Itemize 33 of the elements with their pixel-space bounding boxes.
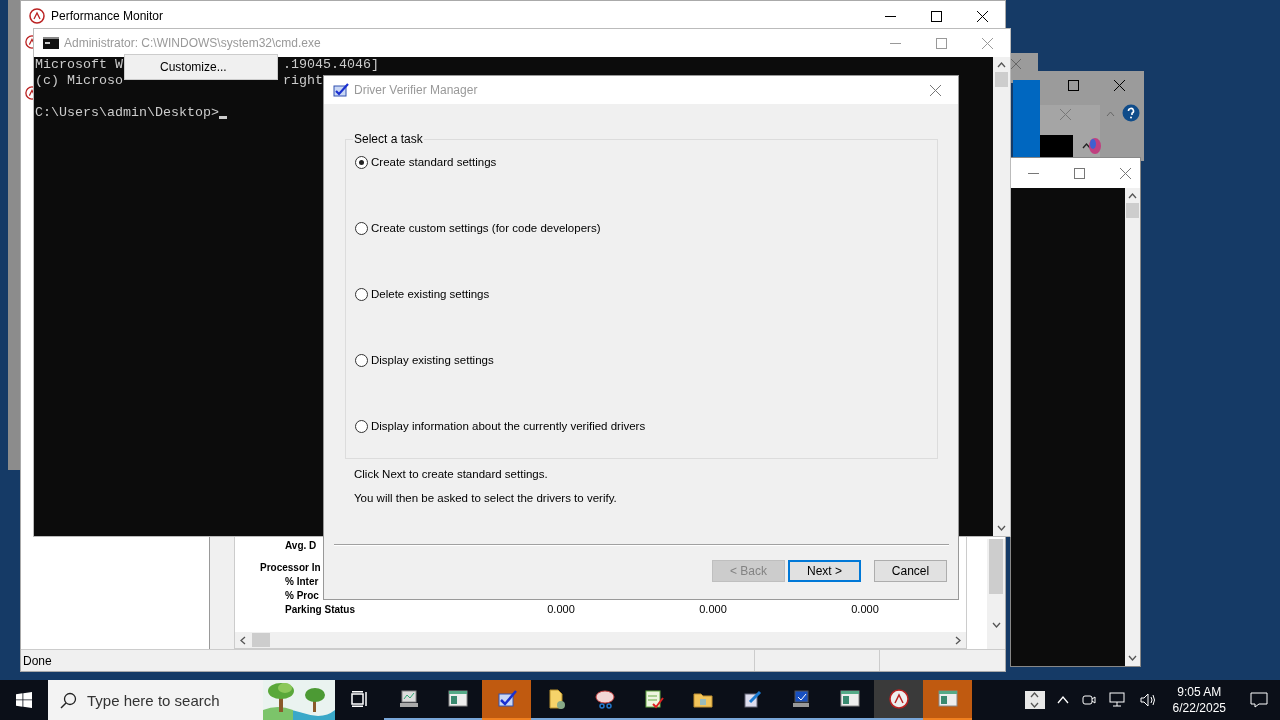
- console-text: right: [282, 73, 323, 89]
- clock-date: 6/22/2025: [1172, 700, 1226, 716]
- option-label[interactable]: Display existing settings: [371, 354, 494, 366]
- option-label[interactable]: Delete existing settings: [371, 288, 490, 300]
- search-placeholder: Type here to search: [87, 691, 221, 709]
- console-text: .19045.4046]: [282, 57, 379, 73]
- hint-text: Click Next to create standard settings.: [354, 468, 549, 480]
- dialog-button[interactable]: Cancel: [874, 560, 947, 582]
- console-text: (c) Microso: [35, 73, 123, 89]
- status-text: Done: [22, 653, 53, 668]
- dialog-title: Driver Verifier Manager: [354, 83, 479, 97]
- clock-time: 9:05 AM: [1177, 684, 1222, 700]
- command-prompt: C:\Users\admin\Desktop>: [35, 105, 219, 121]
- dialog-button[interactable]: Next >: [788, 560, 861, 582]
- search-field[interactable]: Type here to search: [48, 680, 335, 720]
- note-text: You will then be asked to select the drivers to verify.: [354, 492, 618, 504]
- option-label[interactable]: Display information about the currently verified drivers: [371, 420, 646, 432]
- console-text: Microsoft W: [35, 57, 123, 73]
- group-label: Select a task: [353, 132, 424, 146]
- menu-item[interactable]: Customize...: [127, 57, 275, 77]
- window-title: Performance Monitor: [51, 9, 165, 23]
- counter-name: % Proc: [284, 589, 320, 601]
- counter-name: Avg. D: [284, 539, 318, 551]
- counter-value: 0.000: [698, 603, 728, 615]
- object-name: Processor In: [260, 561, 322, 573]
- option-label[interactable]: Create standard settings: [371, 156, 497, 168]
- counter-value: 0.000: [850, 603, 880, 615]
- counter-name: Parking Status: [284, 603, 357, 615]
- window-title: Administrator: C:\WINDOWS\system32\cmd.exe: [64, 36, 322, 50]
- counter-value: 0.000: [546, 603, 576, 615]
- counter-name: % Inter: [284, 575, 320, 587]
- clock[interactable]: 9:05 AM 6/22/2025: [1164, 684, 1234, 716]
- option-label[interactable]: Create custom settings (for code developers): [371, 222, 601, 234]
